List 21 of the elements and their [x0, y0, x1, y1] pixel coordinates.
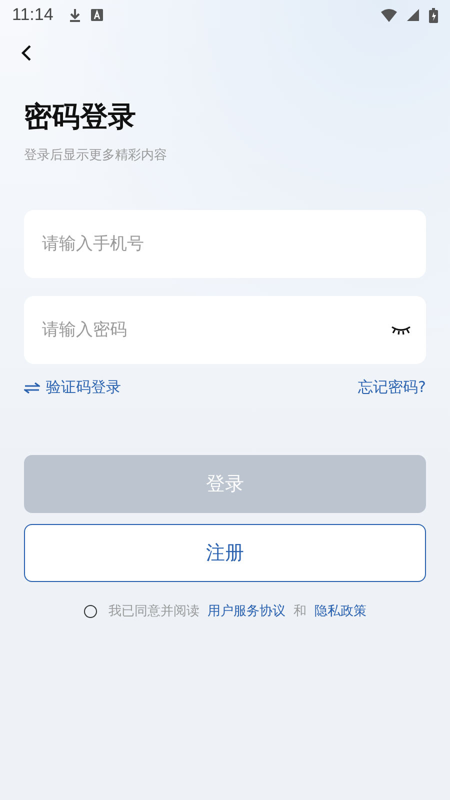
- terms-link[interactable]: 用户服务协议: [208, 602, 286, 620]
- signal-icon: [407, 9, 419, 21]
- wifi-icon: [381, 8, 397, 22]
- battery-icon: [429, 8, 438, 22]
- code-login-link[interactable]: 验证码登录: [24, 378, 121, 397]
- status-time: 11:14: [12, 5, 54, 25]
- phone-field[interactable]: 请输入手机号: [24, 210, 426, 278]
- back-icon[interactable]: [20, 44, 32, 62]
- agreement-radio[interactable]: [84, 604, 96, 618]
- agreement-text: 我已同意并阅读: [108, 603, 200, 620]
- swap-arrows-icon: [24, 382, 40, 394]
- and-text: 和: [294, 603, 306, 620]
- closed-eye-icon[interactable]: [390, 325, 412, 335]
- page-subtitle: 登录后显示更多精彩内容: [24, 147, 168, 164]
- download-icon: [69, 8, 82, 22]
- app-notification-icon: [91, 9, 104, 21]
- forgot-password-link[interactable]: 忘记密码?: [358, 378, 426, 397]
- password-field[interactable]: 请输入密码: [24, 296, 426, 364]
- privacy-link[interactable]: 隐私政策: [314, 602, 366, 620]
- page-title: 密码登录: [24, 99, 137, 135]
- register-button[interactable]: 注册: [24, 524, 426, 582]
